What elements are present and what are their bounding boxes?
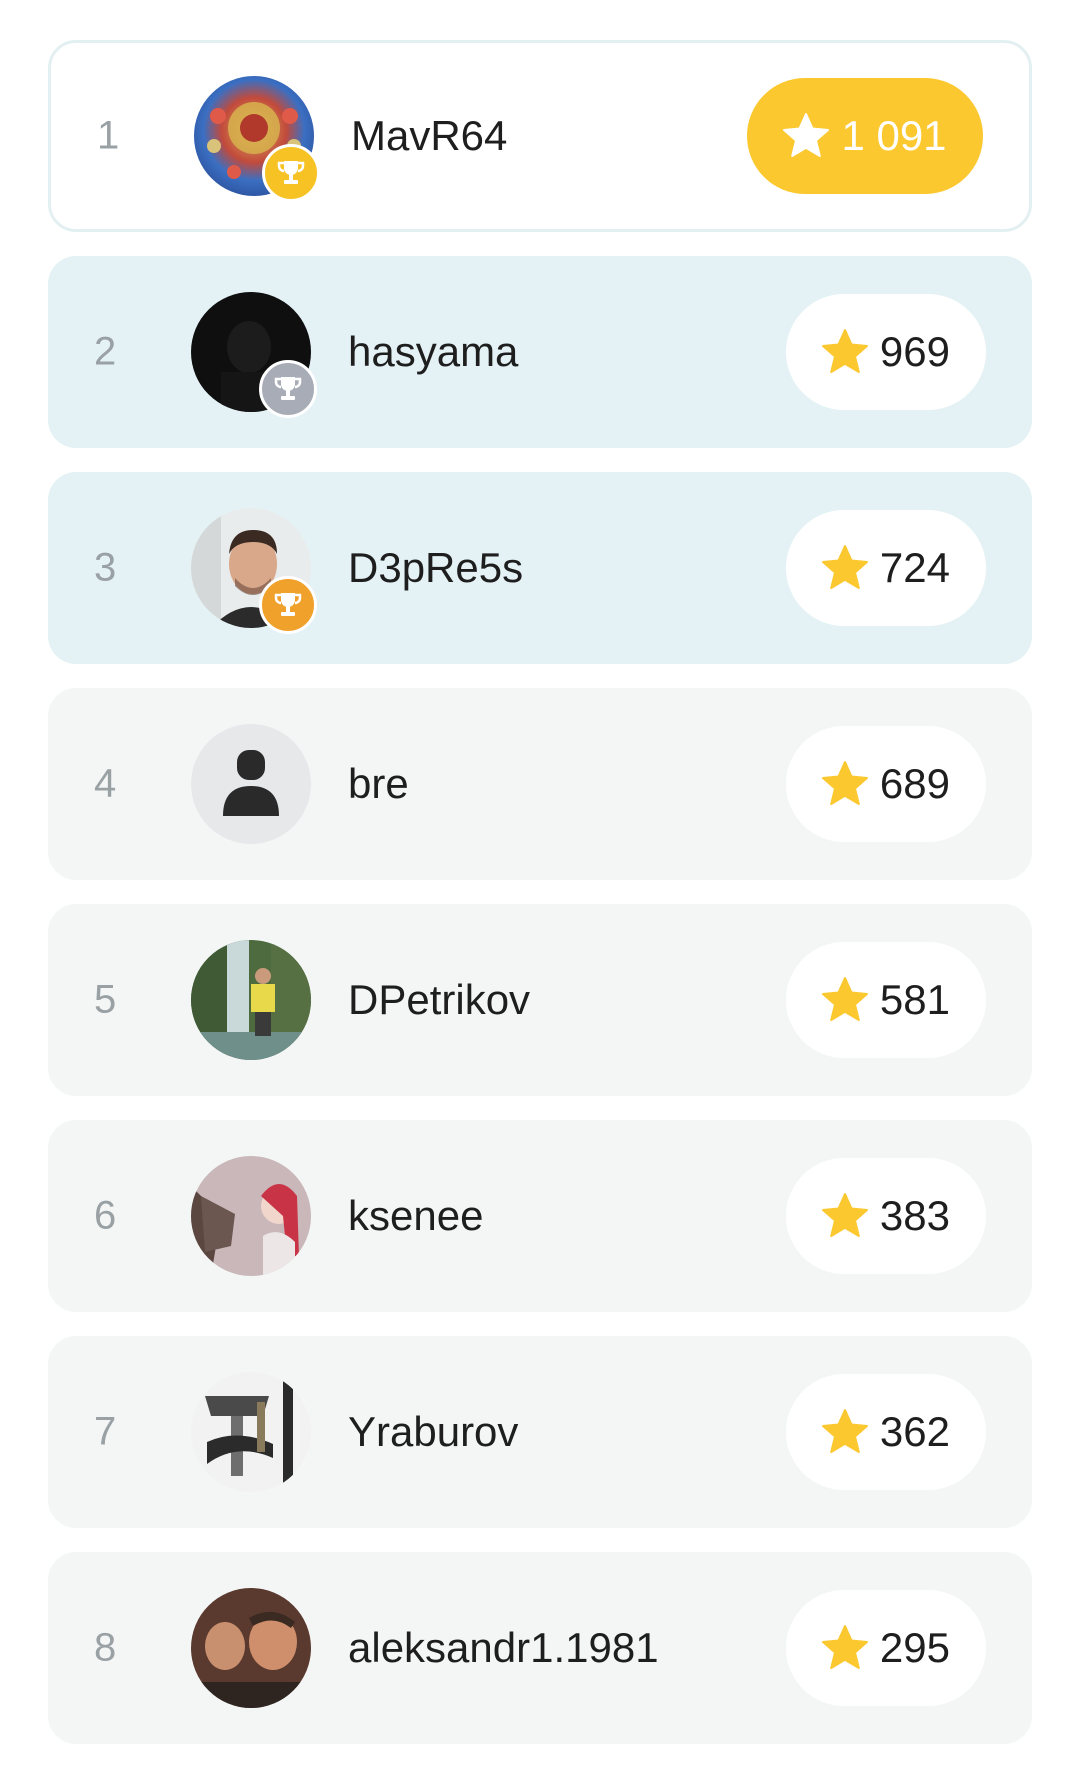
gold-trophy-badge (262, 144, 320, 202)
score-value: 295 (879, 1624, 950, 1671)
score-badge: 383 (785, 1158, 986, 1274)
leaderboard-row[interactable]: 1 MavR64 1 091 (48, 40, 1032, 232)
score-badge: 581 (785, 942, 986, 1058)
score-badge: 969 (785, 294, 986, 410)
rank-number: 2 (94, 329, 117, 374)
star-icon (821, 1625, 868, 1669)
avatar[interactable] (191, 508, 317, 634)
leaderboard-row[interactable]: 5 DPetrikov 581 (48, 904, 1032, 1096)
username[interactable]: MavR64 (351, 112, 507, 160)
avatar[interactable] (191, 1372, 311, 1492)
silver-trophy-badge (259, 360, 317, 418)
username[interactable]: bre (348, 760, 409, 808)
leaderboard-row[interactable]: 4 bre 689 (48, 688, 1032, 880)
star-icon (821, 1193, 868, 1237)
bronze-trophy-badge (259, 576, 317, 634)
rank-number: 3 (94, 545, 117, 590)
user-avatar-image (191, 1372, 311, 1492)
score-badge: 724 (785, 510, 986, 626)
trophy-icon (274, 377, 302, 400)
score-value: 1 091 (841, 112, 947, 159)
leaderboard-row[interactable]: 2 hasyama 969 (48, 256, 1032, 448)
star-icon (821, 1409, 868, 1453)
avatar[interactable] (191, 724, 311, 844)
username[interactable]: hasyama (348, 328, 518, 376)
score-value: 362 (879, 1408, 950, 1455)
score-value: 724 (879, 544, 950, 591)
star-icon (821, 545, 868, 589)
star-icon (821, 761, 868, 805)
rank-number: 1 (97, 113, 120, 158)
avatar[interactable] (191, 1588, 311, 1708)
leaderboard-row[interactable]: 7 Yraburov 362 (48, 1336, 1032, 1528)
score-badge: 689 (785, 726, 986, 842)
username[interactable]: ksenee (348, 1192, 483, 1240)
star-icon (821, 977, 868, 1021)
score-badge: 362 (785, 1374, 986, 1490)
leaderboard-row[interactable]: 8 aleksandr1.1981 295 (48, 1552, 1032, 1744)
username[interactable]: Yraburov (348, 1408, 518, 1456)
star-icon (783, 113, 830, 157)
leaderboard-row[interactable]: 6 ksenee 383 (48, 1120, 1032, 1312)
avatar[interactable] (194, 76, 320, 202)
leaderboard-row[interactable]: 3 D3pRe5s 724 (48, 472, 1032, 664)
score-value: 581 (879, 976, 950, 1023)
username[interactable]: DPetrikov (348, 976, 530, 1024)
leaderboard-list: 1 MavR64 1 091 2 hasyama 969 3 D3pRe5s 7… (48, 40, 1032, 1768)
rank-number: 7 (94, 1409, 117, 1454)
rank-number: 4 (94, 761, 117, 806)
avatar[interactable] (191, 1156, 311, 1276)
rank-number: 6 (94, 1193, 117, 1238)
score-value: 689 (879, 760, 950, 807)
score-value: 969 (879, 328, 950, 375)
score-badge: 295 (785, 1590, 986, 1706)
default-user-icon (191, 724, 311, 844)
score-value: 383 (879, 1192, 950, 1239)
avatar[interactable] (191, 292, 317, 418)
username[interactable]: D3pRe5s (348, 544, 523, 592)
rank-number: 5 (94, 977, 117, 1022)
trophy-icon (274, 593, 302, 616)
star-icon (821, 329, 868, 373)
rank-number: 8 (94, 1625, 117, 1670)
user-avatar-image (191, 1156, 311, 1276)
trophy-icon (277, 161, 305, 184)
score-badge: 1 091 (747, 78, 983, 194)
avatar[interactable] (191, 940, 311, 1060)
user-avatar-image (191, 1588, 311, 1708)
username[interactable]: aleksandr1.1981 (348, 1624, 659, 1672)
user-avatar-image (191, 940, 311, 1060)
